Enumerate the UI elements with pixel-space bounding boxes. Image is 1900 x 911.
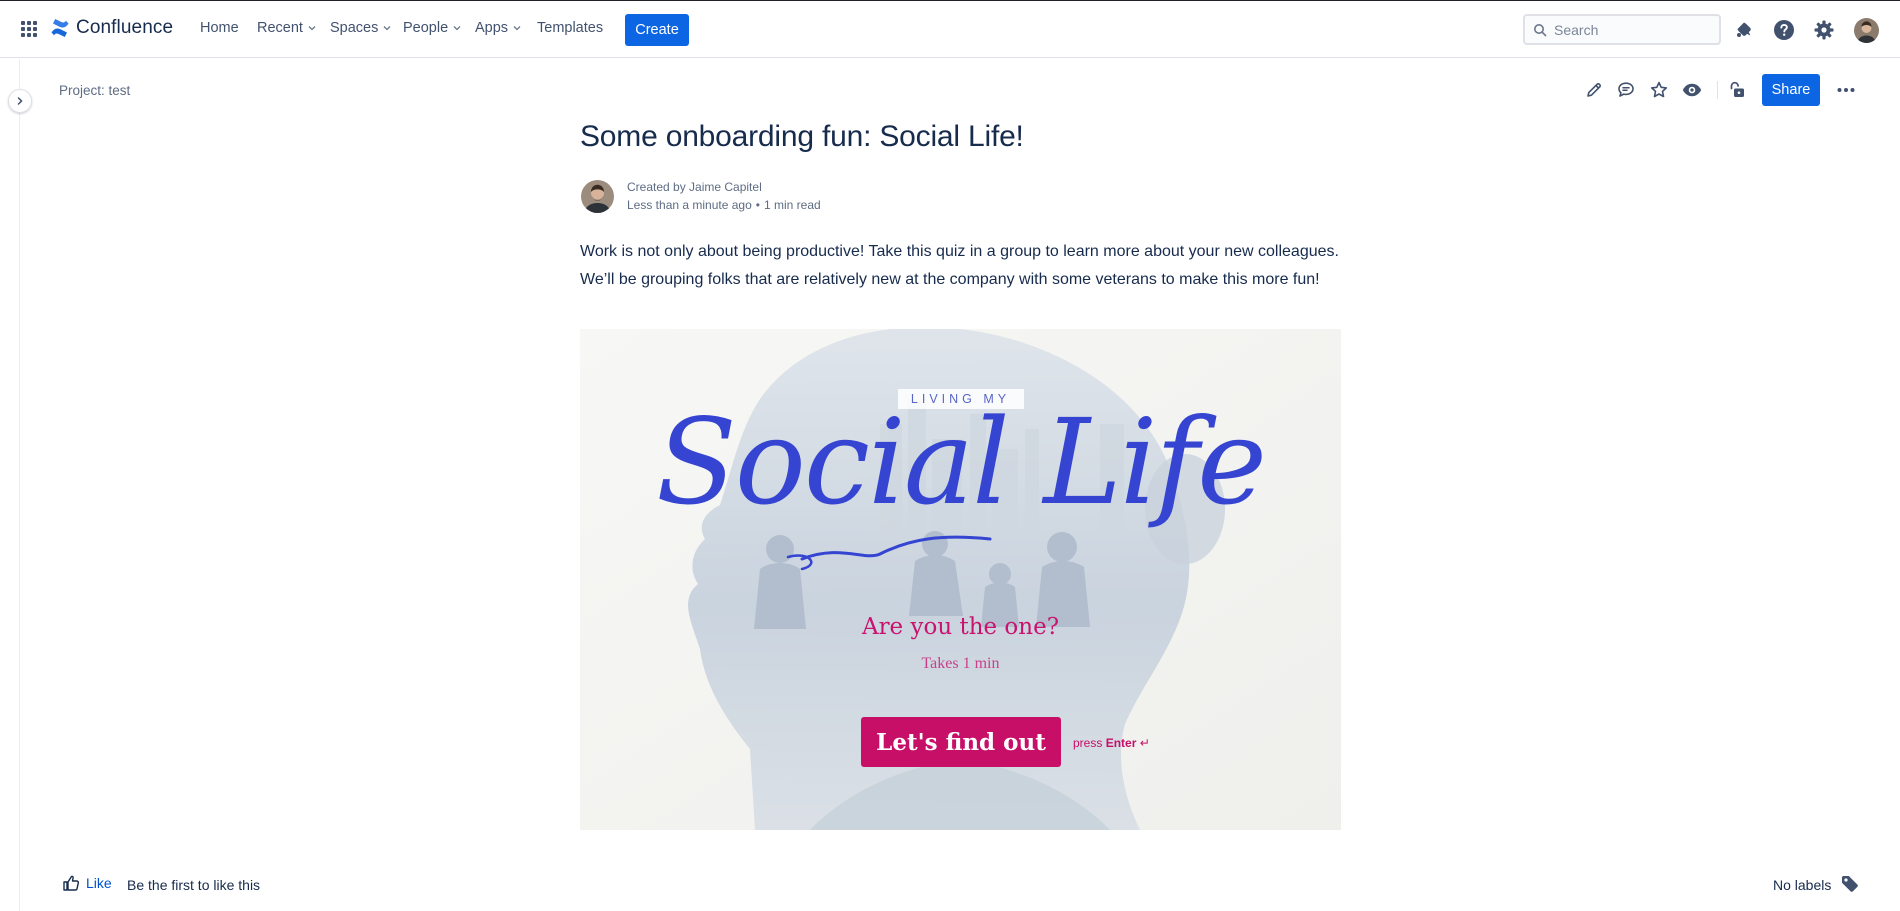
- nav-recent-label: Recent: [257, 20, 303, 36]
- watch-eye-icon[interactable]: [1680, 78, 1704, 102]
- help-icon[interactable]: [1772, 18, 1796, 42]
- chevron-down-icon: [308, 26, 316, 31]
- settings-gear-icon[interactable]: [1812, 18, 1836, 42]
- notifications-icon[interactable]: [1732, 18, 1756, 42]
- like-label: Like: [86, 875, 112, 891]
- nav-recent[interactable]: Recent: [257, 20, 317, 36]
- search-box[interactable]: [1523, 14, 1721, 45]
- updated-time: Less than a minute ago: [627, 198, 752, 212]
- nav-templates[interactable]: Templates: [537, 20, 603, 36]
- search-input[interactable]: [1554, 21, 1714, 38]
- quiz-duration: Takes 1 min: [921, 655, 1000, 672]
- quiz-script-title: Social Life: [656, 393, 1267, 531]
- chevron-down-icon: [453, 26, 461, 31]
- star-icon[interactable]: [1647, 78, 1671, 102]
- like-button[interactable]: Like: [62, 874, 112, 892]
- nav-home-label: Home: [200, 20, 239, 36]
- read-time: 1 min read: [763, 198, 821, 212]
- page-body: Work is not only about being productive!…: [580, 238, 1340, 294]
- byline-meta: Less than a minute ago • 1 min read: [627, 196, 821, 214]
- more-actions-icon[interactable]: [1834, 78, 1858, 102]
- created-by: Created by Jaime Capitel: [627, 180, 762, 194]
- confluence-logo-icon: [51, 19, 69, 37]
- nav-people[interactable]: People: [403, 20, 462, 36]
- share-button[interactable]: Share: [1762, 74, 1820, 106]
- enter-key-icon: ↵: [1139, 736, 1150, 750]
- expand-sidebar-button[interactable]: [8, 89, 32, 113]
- lets-find-out-button[interactable]: Let's find out: [861, 717, 1061, 767]
- chevron-down-icon: [383, 26, 391, 31]
- like-note: Be the first to like this: [127, 877, 261, 893]
- nav-templates-label: Templates: [537, 20, 604, 36]
- page-byline: Created by Jaime Capitel Less than a min…: [627, 178, 821, 214]
- app-name: Confluence: [76, 17, 174, 38]
- nav-people-label: People: [403, 20, 449, 36]
- chevron-right-icon: [17, 97, 23, 105]
- actions-divider: [1717, 81, 1718, 99]
- quiz-embed[interactable]: LIVING MY Social Life Are you the one? T…: [580, 329, 1341, 830]
- edit-pencil-icon[interactable]: [1582, 78, 1606, 102]
- comment-icon[interactable]: [1614, 78, 1638, 102]
- top-navigation: Confluence Home Recent Spaces People App…: [0, 0, 1900, 58]
- nav-apps-label: Apps: [475, 20, 509, 36]
- breadcrumb[interactable]: Project: test: [59, 83, 130, 98]
- search-icon: [1534, 23, 1547, 36]
- labels-text: No labels: [1773, 877, 1832, 893]
- confluence-logo[interactable]: Confluence: [50, 17, 173, 39]
- tag-icon[interactable]: [1839, 873, 1861, 895]
- user-avatar[interactable]: [1854, 18, 1879, 43]
- create-button[interactable]: Create: [625, 14, 689, 46]
- nav-spaces-label: Spaces: [330, 20, 379, 36]
- hint-prefix: press: [1073, 736, 1103, 750]
- chevron-down-icon: [513, 26, 521, 31]
- quiz-question: Are you the one?: [861, 614, 1060, 640]
- author-avatar[interactable]: [581, 180, 614, 213]
- body-paragraph: Work is not only about being productive!…: [580, 243, 1339, 260]
- restrictions-unlock-icon[interactable]: [1725, 78, 1749, 102]
- byline-separator: •: [755, 198, 760, 212]
- nav-apps[interactable]: Apps: [475, 20, 522, 36]
- app-switcher-icon[interactable]: [18, 18, 40, 40]
- nav-home[interactable]: Home: [200, 20, 239, 36]
- sidebar-rail: [0, 59, 20, 911]
- body-paragraph: We’ll be grouping folks that are relativ…: [580, 271, 1320, 288]
- page-title: Some onboarding fun: Social Life!: [580, 120, 1024, 153]
- hint-key: Enter: [1105, 736, 1137, 750]
- press-enter-hint: press Enter ↵: [1073, 736, 1150, 750]
- thumbs-up-icon: [63, 875, 80, 891]
- nav-spaces[interactable]: Spaces: [330, 20, 392, 36]
